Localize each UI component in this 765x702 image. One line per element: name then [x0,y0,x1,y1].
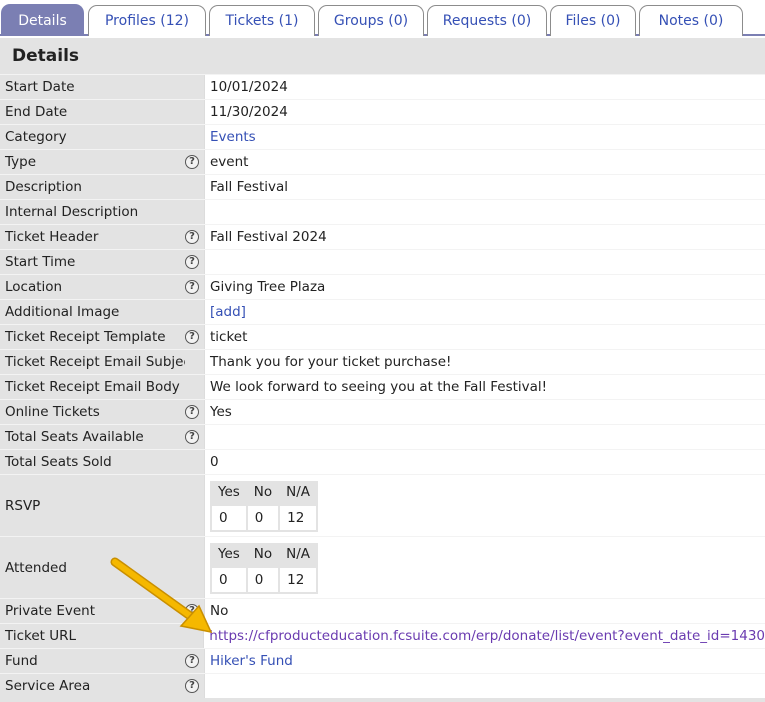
row-ticket-receipt-template: Ticket Receipt Template ? ticket [0,324,765,349]
column-header: Yes [211,480,247,505]
field-value: 10/01/2024 [204,75,765,99]
tab-notes[interactable]: Notes (0) [639,5,743,36]
field-value: Yes [204,400,765,424]
field-label: Ticket Receipt Email Body [0,375,185,399]
field-label: Start Time [0,250,185,274]
tab-groups[interactable]: Groups (0) [318,5,424,36]
field-value [204,674,765,698]
field-label: Type [0,150,185,174]
tab-tickets[interactable]: Tickets (1) [209,5,315,36]
row-service-area: Service Area ? [0,673,765,698]
help-icon[interactable]: ? [185,430,199,444]
tab-requests[interactable]: Requests (0) [427,5,547,36]
row-category: Category Events [0,124,765,149]
row-rsvp: RSVP Yes No N/A 0 0 12 [0,474,765,536]
column-header: N/A [279,480,318,505]
field-value: We look forward to seeing you at the Fal… [204,375,765,399]
category-link[interactable]: Events [210,129,256,145]
column-header: N/A [279,542,318,567]
field-label: Total Seats Sold [0,450,185,474]
column-header: No [246,480,280,505]
row-end-date: End Date 11/30/2024 [0,99,765,124]
count-cell: 0 [245,503,281,532]
row-type: Type ? event [0,149,765,174]
field-value [204,250,765,274]
field-label: RSVP [0,475,185,536]
field-value: Fall Festival [204,175,765,199]
field-label: Start Date [0,75,185,99]
tab-bar: Details Profiles (12) Tickets (1) Groups… [0,0,765,36]
field-value: event [204,150,765,174]
row-internal-description: Internal Description [0,199,765,224]
count-cell: 12 [278,503,319,532]
field-value: No [204,599,765,623]
panel-title: Details [12,46,80,66]
help-icon[interactable]: ? [185,330,199,344]
help-icon[interactable]: ? [185,155,199,169]
field-label: Service Area [0,674,185,698]
field-label: Location [0,275,185,299]
field-value [204,200,765,224]
rsvp-table: Yes No N/A 0 0 12 [210,480,319,532]
row-fund: Fund ? Hiker's Fund [0,648,765,673]
field-value [204,425,765,449]
fund-link[interactable]: Hiker's Fund [210,653,293,669]
field-value: Fall Festival 2024 [204,225,765,249]
count-cell: 12 [278,565,319,594]
row-online-tickets: Online Tickets ? Yes [0,399,765,424]
help-icon[interactable]: ? [185,405,199,419]
row-ticket-receipt-email-subject: Ticket Receipt Email Subject Thank you f… [0,349,765,374]
count-cell: 0 [210,503,248,532]
field-label: End Date [0,100,185,124]
row-start-date: Start Date 10/01/2024 [0,74,765,99]
help-icon[interactable]: ? [185,255,199,269]
field-label: Online Tickets [0,400,185,424]
field-label: Internal Description [0,200,185,224]
row-location: Location ? Giving Tree Plaza [0,274,765,299]
help-icon[interactable]: ? [185,230,199,244]
tab-details[interactable]: Details [1,4,84,36]
field-value: 11/30/2024 [204,100,765,124]
row-ticket-receipt-email-body: Ticket Receipt Email Body We look forwar… [0,374,765,399]
field-label: Category [0,125,185,149]
attended-table: Yes No N/A 0 0 12 [210,542,319,594]
row-start-time: Start Time ? [0,249,765,274]
count-cell: 0 [245,565,281,594]
help-icon[interactable]: ? [185,679,199,693]
help-icon[interactable]: ? [185,654,199,668]
field-label: Description [0,175,185,199]
field-label: Ticket Receipt Template [0,325,185,349]
row-ticket-header: Ticket Header ? Fall Festival 2024 [0,224,765,249]
tab-profiles[interactable]: Profiles (12) [88,5,206,36]
row-total-seats-available: Total Seats Available ? [0,424,765,449]
field-label: Ticket Header [0,225,185,249]
column-header: No [246,542,280,567]
field-value: Thank you for your ticket purchase! [204,350,765,374]
field-label: Additional Image [0,300,185,324]
add-image-link[interactable]: [add] [210,304,246,320]
field-label: Total Seats Available [0,425,185,449]
arrow-icon [110,557,213,634]
field-label: Fund [0,649,185,673]
field-value: Giving Tree Plaza [204,275,765,299]
tab-files[interactable]: Files (0) [550,5,636,36]
ticket-url-link[interactable]: https://cfproducteducation.fcsuite.com/e… [209,628,765,644]
field-label: Ticket Receipt Email Subject [0,350,196,374]
field-value: ticket [204,325,765,349]
row-total-seats-sold: Total Seats Sold 0 [0,449,765,474]
row-additional-image: Additional Image [add] [0,299,765,324]
field-value: 0 [204,450,765,474]
row-description: Description Fall Festival [0,174,765,199]
help-icon[interactable]: ? [185,280,199,294]
